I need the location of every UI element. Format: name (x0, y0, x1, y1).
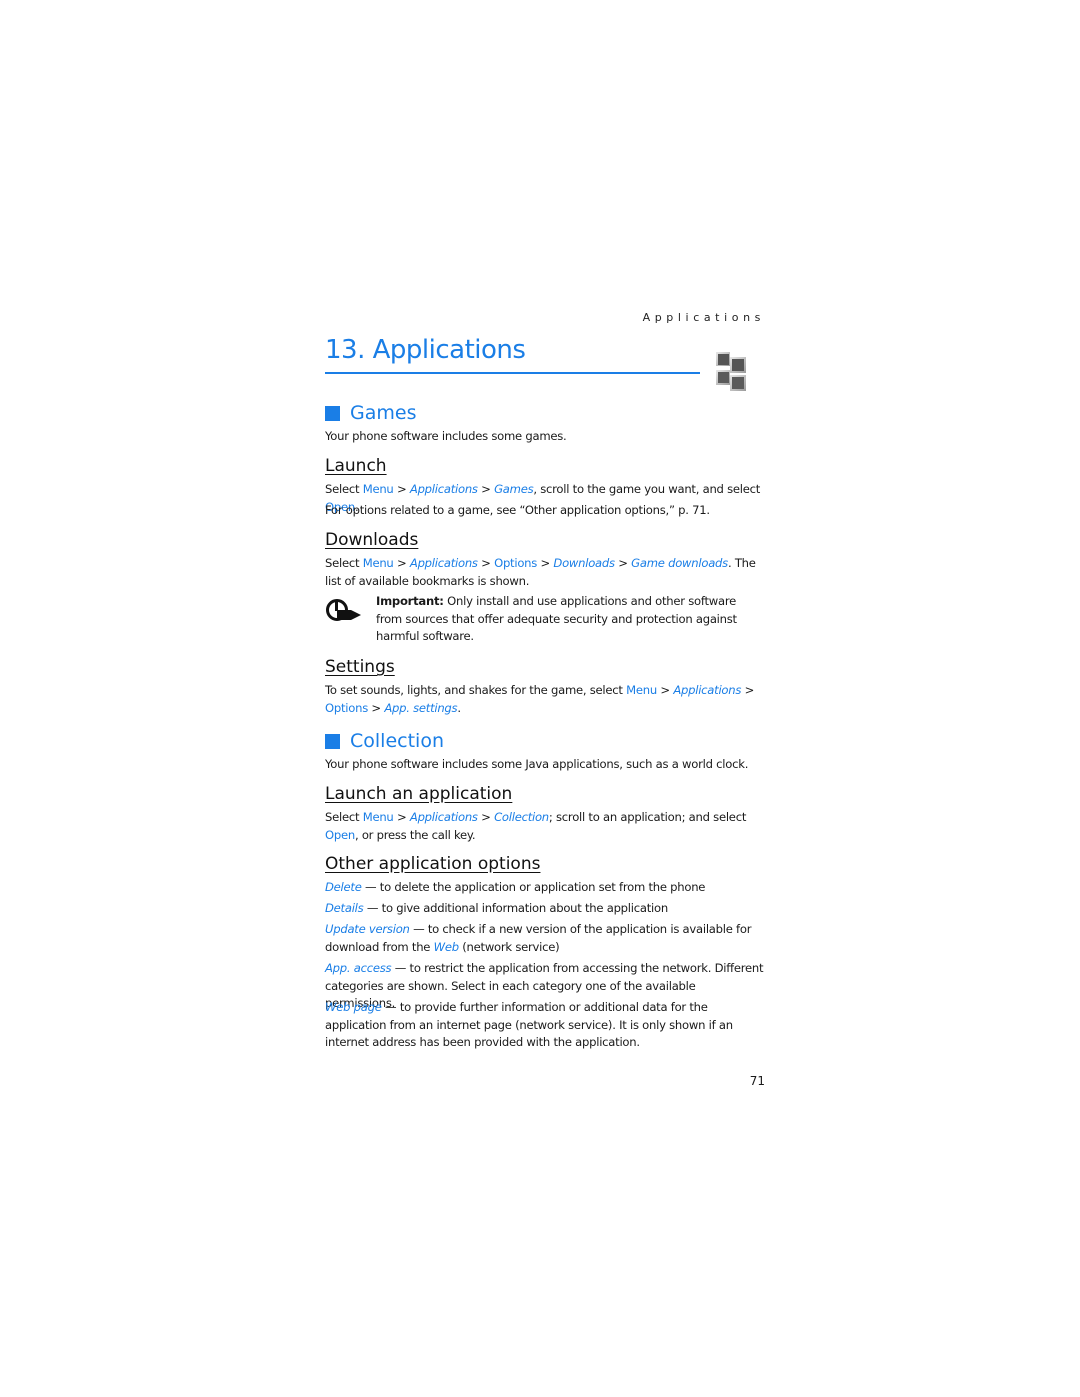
applications-link[interactable]: Applications (410, 810, 478, 824)
option-term[interactable]: App. access (325, 961, 392, 975)
collection-intro: Your phone software includes some Java a… (325, 757, 749, 771)
square-bullet-icon (325, 405, 340, 421)
section-heading-text: Games (350, 402, 417, 424)
separator: > (614, 556, 632, 570)
option-term[interactable]: Web page (325, 1000, 382, 1014)
separator: > (537, 556, 554, 570)
options-link[interactable]: Options (494, 556, 537, 570)
option-item-web-page: Web page — to provide further informatio… (325, 999, 767, 1052)
text: , scroll to the game you want, and selec… (533, 482, 761, 496)
app-settings-link[interactable]: App. settings (384, 701, 457, 715)
subheading-downloads: Downloads (325, 530, 419, 550)
chapter-title: 13. Applications (325, 335, 526, 365)
section-heading-games: Games (325, 402, 416, 424)
settings-instructions: To set sounds, lights, and shakes for th… (325, 682, 767, 717)
menu-link[interactable]: Menu (363, 482, 394, 496)
text: Select (325, 556, 363, 570)
option-item-details: Details — to give additional information… (325, 900, 767, 918)
option-item-update-version: Update version — to check if a new versi… (325, 921, 767, 956)
downloads-instructions: Select Menu > Applications > Options > D… (325, 555, 767, 590)
text: Select (325, 810, 363, 824)
text: ; scroll to an application; and select (548, 810, 747, 824)
text: , or press the call key. (354, 827, 476, 842)
option-term[interactable]: Update version (325, 922, 410, 936)
applications-link[interactable]: Applications (410, 482, 478, 496)
games-intro: Your phone software includes some games. (325, 429, 567, 443)
note-label: Important: (376, 594, 444, 608)
collection-link[interactable]: Collection (494, 810, 549, 824)
subheading-launch: Launch (325, 456, 387, 476)
launch-crossref: For options related to a game, see “Othe… (325, 503, 710, 517)
separator: > (477, 810, 495, 824)
section-heading-text: Collection (350, 730, 444, 752)
game-downloads-link[interactable]: Game downloads (631, 556, 728, 570)
chapter-rule (325, 372, 700, 374)
option-desc-tail: (network service) (458, 939, 560, 954)
section-heading-collection: Collection (325, 730, 444, 752)
important-note: Important: Only install and use applicat… (376, 593, 756, 646)
option-desc: — to delete the application or applicati… (361, 880, 706, 894)
option-desc: — to provide further information or addi… (325, 1000, 733, 1049)
subheading-other-application-options: Other application options (325, 854, 541, 874)
menu-link[interactable]: Menu (626, 683, 657, 697)
subheading-settings: Settings (325, 657, 395, 677)
launch-application-instructions: Select Menu > Applications > Collection;… (325, 809, 767, 844)
separator: > (656, 683, 674, 697)
separator: > (393, 556, 410, 570)
menu-link[interactable]: Menu (363, 556, 394, 570)
option-desc: — to give additional information about t… (363, 901, 668, 915)
separator: > (393, 482, 410, 496)
menu-link[interactable]: Menu (363, 810, 394, 824)
separator: > (367, 700, 385, 715)
applications-cubes-icon (716, 352, 746, 391)
text: Select (325, 482, 363, 496)
text: To set sounds, lights, and shakes for th… (325, 683, 627, 697)
square-bullet-icon (325, 733, 340, 749)
running-head: Applications (642, 311, 765, 324)
web-link[interactable]: Web (434, 940, 459, 954)
separator: > (741, 683, 755, 697)
applications-link[interactable]: Applications (410, 556, 478, 570)
options-link[interactable]: Options (325, 701, 368, 715)
separator: > (393, 810, 410, 824)
open-link[interactable]: Open (325, 828, 355, 842)
option-term[interactable]: Details (325, 901, 364, 915)
separator: > (477, 556, 495, 570)
option-item-delete: Delete — to delete the application or ap… (325, 879, 767, 897)
games-link[interactable]: Games (494, 482, 534, 496)
text: . (457, 700, 461, 715)
page-number: 71 (749, 1074, 765, 1088)
separator: > (477, 482, 495, 496)
option-term[interactable]: Delete (325, 880, 362, 894)
subheading-launch-application: Launch an application (325, 784, 513, 804)
applications-link[interactable]: Applications (673, 683, 741, 697)
downloads-link[interactable]: Downloads (553, 556, 615, 570)
important-hand-icon (326, 599, 361, 621)
